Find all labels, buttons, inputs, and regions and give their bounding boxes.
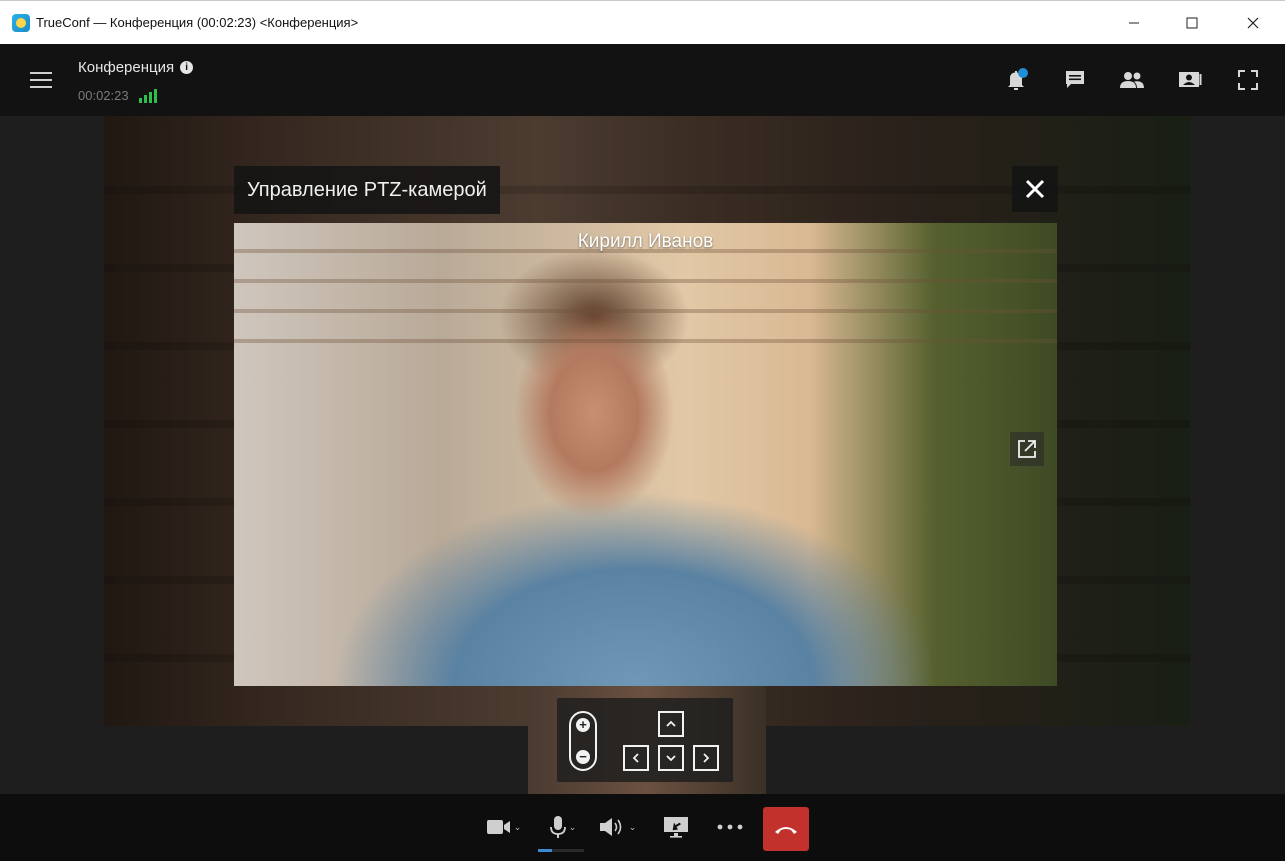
- content-icon: [1179, 72, 1202, 87]
- call-timer: 00:02:23: [78, 88, 157, 103]
- camera-icon: [486, 820, 510, 834]
- zoom-in-button[interactable]: +: [576, 718, 590, 732]
- ptz-controls: + −: [557, 698, 733, 782]
- notifications-button[interactable]: [1001, 66, 1031, 94]
- speaker-options-chevron-icon[interactable]: ⌄: [629, 822, 637, 833]
- info-icon[interactable]: i: [180, 61, 194, 74]
- timer-text: 00:02:23: [78, 88, 129, 103]
- camera-button[interactable]: ⌄: [484, 812, 524, 842]
- share-screen-icon: [664, 817, 688, 838]
- microphone-icon: [549, 816, 566, 838]
- chevron-down-icon: [666, 755, 676, 762]
- menu-icon[interactable]: [30, 72, 52, 88]
- hangup-button[interactable]: [763, 807, 809, 851]
- close-window-button[interactable]: [1230, 1, 1276, 45]
- maximize-icon: [1186, 17, 1198, 29]
- conference-header: Конференция i 00:02:23: [0, 44, 1285, 116]
- pan-down-button[interactable]: [658, 745, 684, 771]
- ptz-close-button[interactable]: [1012, 166, 1058, 212]
- close-icon: [1247, 17, 1259, 29]
- notifications-icon: [1008, 68, 1028, 90]
- minimize-button[interactable]: [1111, 1, 1157, 45]
- microphone-options-chevron-icon[interactable]: ⌄: [569, 822, 577, 833]
- participant-video: Кирилл Иванов: [234, 223, 1057, 686]
- microphone-level: [538, 849, 584, 852]
- microphone-button[interactable]: ⌄: [544, 812, 582, 842]
- conference-title: Конференция i: [78, 59, 194, 76]
- chat-icon: [1066, 71, 1084, 88]
- expand-video-button[interactable]: [1010, 432, 1044, 466]
- chevron-up-icon: [666, 720, 676, 727]
- camera-options-chevron-icon[interactable]: ⌄: [514, 822, 522, 833]
- app-window: TrueConf — Конференция (00:02:23) <Конфе…: [0, 0, 1285, 861]
- call-toolbar: ⌄ ⌄ ⌄: [0, 794, 1285, 861]
- speaker-button[interactable]: ⌄: [597, 812, 639, 842]
- participants-button[interactable]: [1117, 66, 1147, 94]
- chevron-right-icon: [703, 753, 710, 763]
- hangup-icon: [775, 827, 797, 834]
- close-icon: [1025, 179, 1045, 199]
- participant-name: Кирилл Иванов: [577, 231, 714, 252]
- expand-icon: [1018, 440, 1036, 458]
- more-button[interactable]: [714, 812, 746, 842]
- maximize-button[interactable]: [1169, 1, 1215, 45]
- video-stage: Управление PTZ-камерой Кирилл Иванов + −: [0, 116, 1285, 794]
- pan-left-button[interactable]: [623, 745, 649, 771]
- ptz-panel-title: Управление PTZ-камерой: [234, 166, 500, 214]
- signal-icon: [138, 88, 157, 103]
- minimize-icon: [1129, 22, 1139, 24]
- pan-up-button[interactable]: [658, 711, 684, 737]
- participants-icon: [1120, 72, 1144, 88]
- chat-button[interactable]: [1060, 66, 1090, 94]
- fullscreen-button[interactable]: [1233, 66, 1263, 94]
- chevron-left-icon: [632, 753, 639, 763]
- zoom-control: + −: [569, 711, 597, 771]
- conference-name: Конференция: [78, 59, 175, 76]
- title-bar: TrueConf — Конференция (00:02:23) <Конфе…: [0, 0, 1285, 44]
- zoom-out-button[interactable]: −: [576, 750, 590, 764]
- speaker-icon: [599, 818, 622, 836]
- content-button[interactable]: [1175, 66, 1205, 94]
- pan-right-button[interactable]: [693, 745, 719, 771]
- fullscreen-icon: [1238, 70, 1258, 90]
- trueconf-logo-icon: [12, 13, 30, 32]
- share-screen-button[interactable]: [660, 812, 692, 842]
- more-icon: [717, 824, 743, 830]
- window-title: TrueConf — Конференция (00:02:23) <Конфе…: [36, 15, 359, 30]
